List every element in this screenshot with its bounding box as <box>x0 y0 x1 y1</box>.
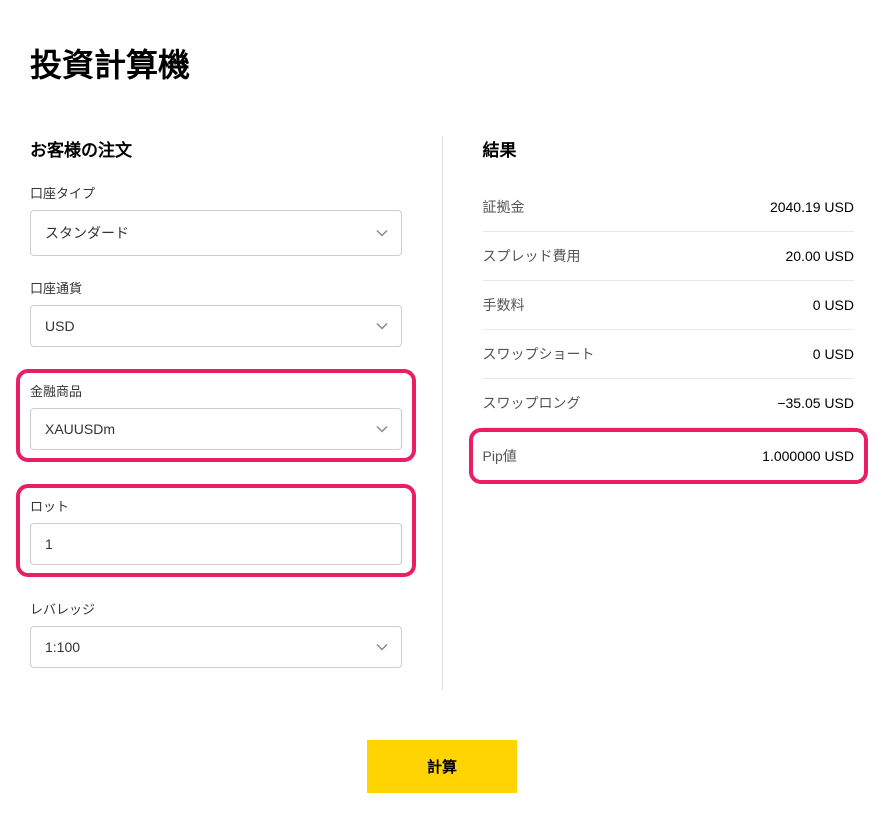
leverage-select[interactable]: 1:100 <box>30 626 402 668</box>
spread-cost-value: 20.00 USD <box>786 248 854 264</box>
results-panel: 結果 証拠金 2040.19 USD スプレッド費用 20.00 USD 手数料… <box>442 136 855 690</box>
commission-value: 0 USD <box>813 297 854 313</box>
leverage-label: レバレッジ <box>30 599 402 618</box>
margin-value: 2040.19 USD <box>770 199 854 215</box>
account-type-value: スタンダード <box>30 210 402 256</box>
instrument-group: 金融商品 XAUUSDm <box>16 369 416 462</box>
account-currency-group: 口座通貨 USD <box>30 278 402 347</box>
result-swap-long: スワップロング −35.05 USD <box>483 379 855 428</box>
result-spread-cost: スプレッド費用 20.00 USD <box>483 232 855 281</box>
account-type-select[interactable]: スタンダード <box>30 210 402 256</box>
result-commission: 手数料 0 USD <box>483 281 855 330</box>
commission-label: 手数料 <box>483 295 525 315</box>
margin-label: 証拠金 <box>483 197 525 217</box>
swap-short-value: 0 USD <box>813 346 854 362</box>
instrument-value: XAUUSDm <box>30 408 402 450</box>
content-wrapper: お客様の注文 口座タイプ スタンダード 口座通貨 USD 金融商品 XAU <box>30 136 854 690</box>
lot-group: ロット <box>16 484 416 577</box>
lot-input[interactable] <box>30 523 402 565</box>
account-currency-value: USD <box>30 305 402 347</box>
swap-long-label: スワップロング <box>483 393 581 413</box>
button-wrapper: 計算 <box>30 740 854 793</box>
spread-cost-label: スプレッド費用 <box>483 246 581 266</box>
page-title: 投資計算機 <box>30 40 854 86</box>
account-type-label: 口座タイプ <box>30 183 402 202</box>
instrument-label: 金融商品 <box>30 381 402 400</box>
order-panel: お客様の注文 口座タイプ スタンダード 口座通貨 USD 金融商品 XAU <box>30 136 442 690</box>
leverage-value: 1:100 <box>30 626 402 668</box>
calculate-button[interactable]: 計算 <box>367 740 517 793</box>
instrument-select[interactable]: XAUUSDm <box>30 408 402 450</box>
lot-label: ロット <box>30 496 402 515</box>
account-currency-label: 口座通貨 <box>30 278 402 297</box>
order-section-title: お客様の注文 <box>30 136 402 161</box>
swap-long-value: −35.05 USD <box>777 395 854 411</box>
swap-short-label: スワップショート <box>483 344 595 364</box>
account-currency-select[interactable]: USD <box>30 305 402 347</box>
results-section-title: 結果 <box>483 136 855 161</box>
leverage-group: レバレッジ 1:100 <box>30 599 402 668</box>
result-margin: 証拠金 2040.19 USD <box>483 183 855 232</box>
pip-value-value: 1.000000 USD <box>762 448 854 464</box>
result-pip-value: Pip値 1.000000 USD <box>469 428 869 484</box>
account-type-group: 口座タイプ スタンダード <box>30 183 402 256</box>
pip-value-label: Pip値 <box>483 446 517 466</box>
result-swap-short: スワップショート 0 USD <box>483 330 855 379</box>
